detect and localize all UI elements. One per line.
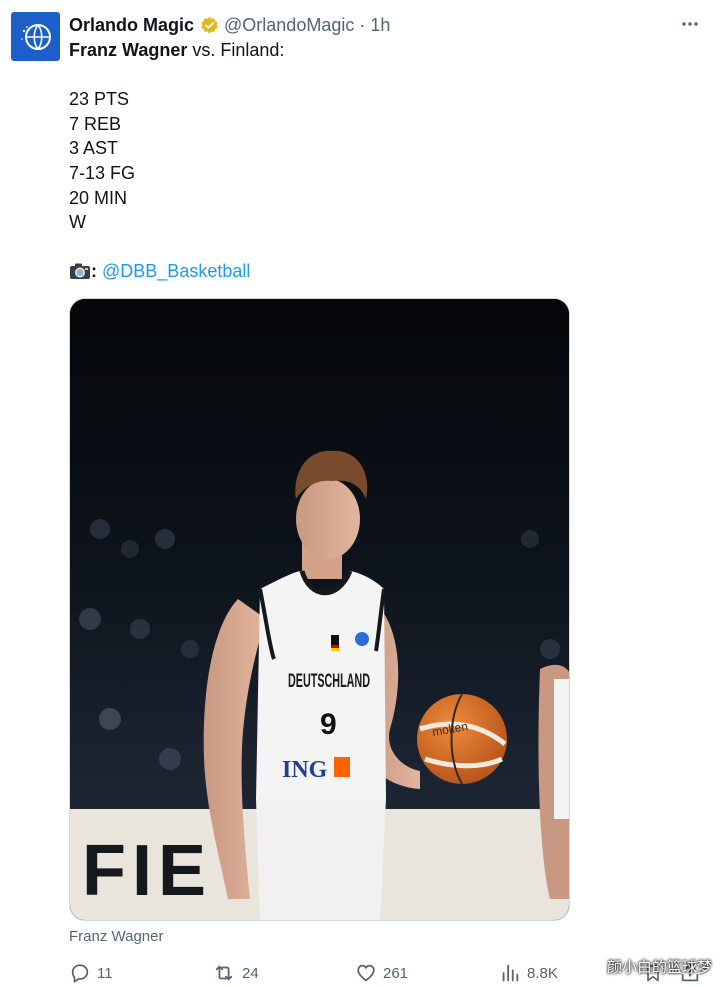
headline-line: Franz Wagner vs. Finland: bbox=[69, 38, 669, 63]
basketball: molten bbox=[417, 693, 507, 785]
stat-line: 20 MIN bbox=[69, 187, 128, 208]
stat-line: 7 REB bbox=[69, 113, 122, 134]
player-photo: FIE DEUTSCHLAND 9 ING molten bbox=[70, 299, 569, 920]
like-count: 261 bbox=[383, 964, 409, 982]
views-count: 8.8K bbox=[527, 964, 558, 982]
reply-button[interactable]: 11 bbox=[69, 962, 113, 984]
tweet-header: Orlando Magic @OrlandoMagic · 1h bbox=[69, 13, 680, 37]
player-name: Franz Wagner bbox=[69, 40, 188, 60]
credit-link[interactable]: @DBB_Basketball bbox=[102, 261, 250, 281]
reply-icon bbox=[71, 964, 89, 983]
avatar[interactable] bbox=[11, 12, 60, 61]
magic-logo-icon bbox=[20, 23, 51, 50]
stat-line: 3 AST bbox=[69, 138, 119, 159]
jersey-number: 9 bbox=[320, 708, 337, 741]
timestamp[interactable]: 1h bbox=[370, 15, 390, 36]
repost-count: 24 bbox=[242, 964, 259, 982]
author-name[interactable]: Orlando Magic bbox=[69, 15, 194, 36]
like-icon bbox=[357, 964, 375, 982]
verified-badge-icon bbox=[200, 16, 219, 35]
stat-line: 7-13 FG bbox=[69, 162, 136, 183]
views-icon bbox=[502, 964, 519, 982]
jersey-text: DEUTSCHLAND bbox=[288, 671, 370, 692]
tweet-image[interactable]: FIE DEUTSCHLAND 9 ING molten bbox=[69, 298, 570, 921]
credit-line: : @DBB_Basketball bbox=[69, 259, 669, 284]
camera-icon bbox=[69, 262, 91, 287]
repost-button[interactable]: 24 bbox=[212, 962, 259, 984]
credit-separator: : bbox=[91, 261, 97, 282]
headline-rest: vs. Finland: bbox=[187, 40, 285, 60]
like-button[interactable]: 261 bbox=[355, 962, 408, 984]
reply-count: 11 bbox=[97, 964, 113, 982]
stat-line: 23 PTS bbox=[69, 89, 130, 110]
tweet-text: Franz Wagner vs. Finland: 23 PTS 7 REB 3… bbox=[69, 38, 669, 284]
stat-line: W bbox=[69, 212, 86, 233]
separator-dot: · bbox=[359, 14, 366, 35]
sponsor-text: ING bbox=[282, 757, 328, 783]
views-button[interactable]: 8.8K bbox=[499, 962, 558, 984]
repost-icon bbox=[215, 965, 233, 981]
watermark: 颜小白的篮球梦 bbox=[606, 959, 712, 976]
author-handle[interactable]: @OrlandoMagic bbox=[224, 15, 354, 36]
more-icon[interactable] bbox=[678, 12, 702, 36]
image-caption: Franz Wagner bbox=[69, 928, 164, 945]
signage-text: FIE bbox=[82, 831, 212, 911]
